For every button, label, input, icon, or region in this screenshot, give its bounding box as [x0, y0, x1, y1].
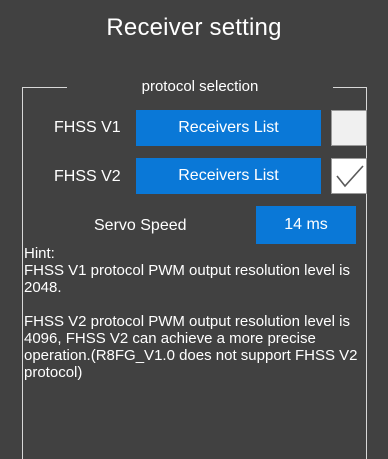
hint-heading: Hint:: [24, 245, 55, 262]
checkmark-icon: [336, 165, 364, 188]
receiver-setting-screen: Receiver setting protocol selection FHSS…: [0, 0, 388, 459]
fhss-v2-label: FHSS V2: [54, 168, 121, 185]
servo-speed-value-button[interactable]: 14 ms: [256, 206, 356, 244]
protocol-group-legend: protocol selection: [141, 78, 259, 95]
servo-speed-label: Servo Speed: [94, 217, 187, 234]
page-title: Receiver setting: [106, 14, 282, 41]
hint-fhss-v2-text: FHSS V2 protocol PWM output resolution l…: [24, 313, 358, 381]
group-frame-top-left-line: [22, 87, 67, 88]
hint-spacer: [24, 296, 364, 313]
group-frame-top-right-line: [333, 87, 366, 88]
fhss-v1-checkbox[interactable]: [331, 110, 367, 146]
hint-fhss-v1-text: FHSS V1 protocol PWM output resolution l…: [24, 262, 350, 296]
fhss-v2-receivers-list-button[interactable]: Receivers List: [136, 158, 321, 194]
fhss-v1-label: FHSS V1: [54, 119, 121, 136]
fhss-v2-checkbox[interactable]: [331, 158, 367, 194]
hint-text-block: Hint: FHSS V1 protocol PWM output resolu…: [24, 245, 364, 381]
fhss-v1-receivers-list-button[interactable]: Receivers List: [136, 110, 321, 146]
